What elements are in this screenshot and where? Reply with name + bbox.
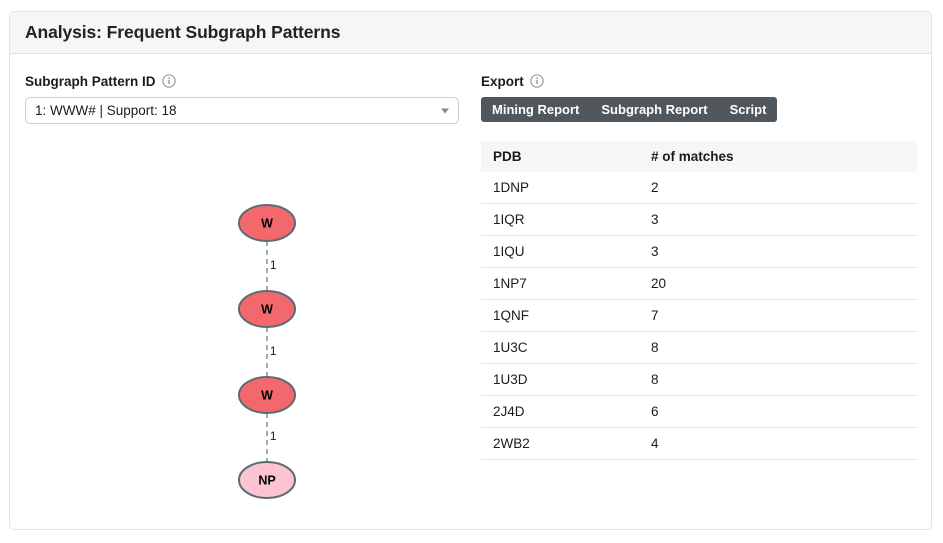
table-row[interactable]: 2J4D 6 (481, 395, 917, 428)
graph-edge-label: 1 (270, 346, 276, 358)
cell-matches: 4 (639, 427, 917, 460)
analysis-card: Analysis: Frequent Subgraph Patterns Sub… (9, 11, 932, 530)
table-row[interactable]: 1IQR 3 (481, 203, 917, 236)
cell-matches: 3 (639, 203, 917, 236)
card-body: Subgraph Pattern ID 1: WWW# | Support: 1… (10, 54, 931, 530)
cell-matches: 8 (639, 331, 917, 364)
column-header-matches[interactable]: # of matches (639, 141, 917, 172)
export-label-text: Export (481, 73, 524, 89)
graph-nodes: W W W NP (238, 204, 296, 499)
cell-matches: 2 (639, 172, 917, 204)
card-header: Analysis: Frequent Subgraph Patterns (10, 12, 931, 54)
subgraph-pattern-diagram: 1 1 1 W W W NP (25, 116, 469, 516)
table-row[interactable]: 1U3D 8 (481, 363, 917, 396)
cell-pdb: 1DNP (481, 172, 639, 204)
export-button-group: Mining Report Subgraph Report Script (481, 97, 778, 122)
graph-node-label: W (261, 303, 273, 317)
table-row[interactable]: 2WB2 4 (481, 427, 917, 460)
cell-matches: 20 (639, 267, 917, 300)
cell-pdb: 1U3D (481, 363, 639, 396)
cell-matches: 7 (639, 299, 917, 332)
table-row[interactable]: 1U3C 8 (481, 331, 917, 364)
table-row[interactable]: 1NP7 20 (481, 267, 917, 300)
export-label: Export (481, 54, 917, 90)
graph-edges: 1 1 1 (266, 241, 276, 462)
graph-edge-label: 1 (270, 260, 276, 272)
cell-pdb: 1NP7 (481, 267, 639, 300)
export-button-script[interactable]: Script (719, 97, 778, 122)
subgraph-pattern-id-label: Subgraph Pattern ID (25, 54, 469, 90)
matches-table-head: PDB # of matches (481, 141, 917, 172)
graph-node-label: W (261, 217, 273, 231)
cell-matches: 3 (639, 235, 917, 268)
table-row[interactable]: 1DNP 2 (481, 172, 917, 204)
right-column: Export Mining Report Subgraph Report Scrip… (481, 54, 917, 460)
page-title: Analysis: Frequent Subgraph Patterns (25, 22, 341, 42)
info-circle-icon[interactable] (530, 74, 544, 88)
export-button-mining-report[interactable]: Mining Report (481, 97, 590, 122)
export-button-subgraph-report[interactable]: Subgraph Report (590, 97, 718, 122)
cell-matches: 6 (639, 395, 917, 428)
subgraph-pattern-svg: 1 1 1 W W W NP (238, 204, 296, 499)
left-column: Subgraph Pattern ID 1: WWW# | Support: 1… (25, 54, 469, 499)
cell-pdb: 1U3C (481, 331, 639, 364)
subgraph-pattern-id-label-text: Subgraph Pattern ID (25, 73, 156, 89)
column-header-pdb[interactable]: PDB (481, 141, 639, 172)
matches-table: PDB # of matches 1DNP 2 1IQR 3 1IQU 3 1NP7 20 1Q… (481, 141, 917, 460)
matches-table-body: 1DNP 2 1IQR 3 1IQU 3 1NP7 20 1QNF 7 1U3C 8 1U3D 8 2J4D… (481, 172, 917, 460)
cell-pdb: 1QNF (481, 299, 639, 332)
cell-pdb: 2J4D (481, 395, 639, 428)
table-row[interactable]: 1IQU 3 (481, 235, 917, 268)
graph-edge-label: 1 (270, 431, 276, 443)
app-root: Analysis: Frequent Subgraph Patterns Sub… (0, 0, 943, 543)
cell-pdb: 1IQU (481, 235, 639, 268)
table-row[interactable]: 1QNF 7 (481, 299, 917, 332)
table-header-row: PDB # of matches (481, 141, 917, 172)
info-circle-icon[interactable] (161, 74, 176, 88)
cell-pdb: 1IQR (481, 203, 639, 236)
graph-node-label: NP (258, 474, 275, 488)
cell-matches: 8 (639, 363, 917, 396)
cell-pdb: 2WB2 (481, 427, 639, 460)
graph-node-label: W (261, 389, 273, 403)
